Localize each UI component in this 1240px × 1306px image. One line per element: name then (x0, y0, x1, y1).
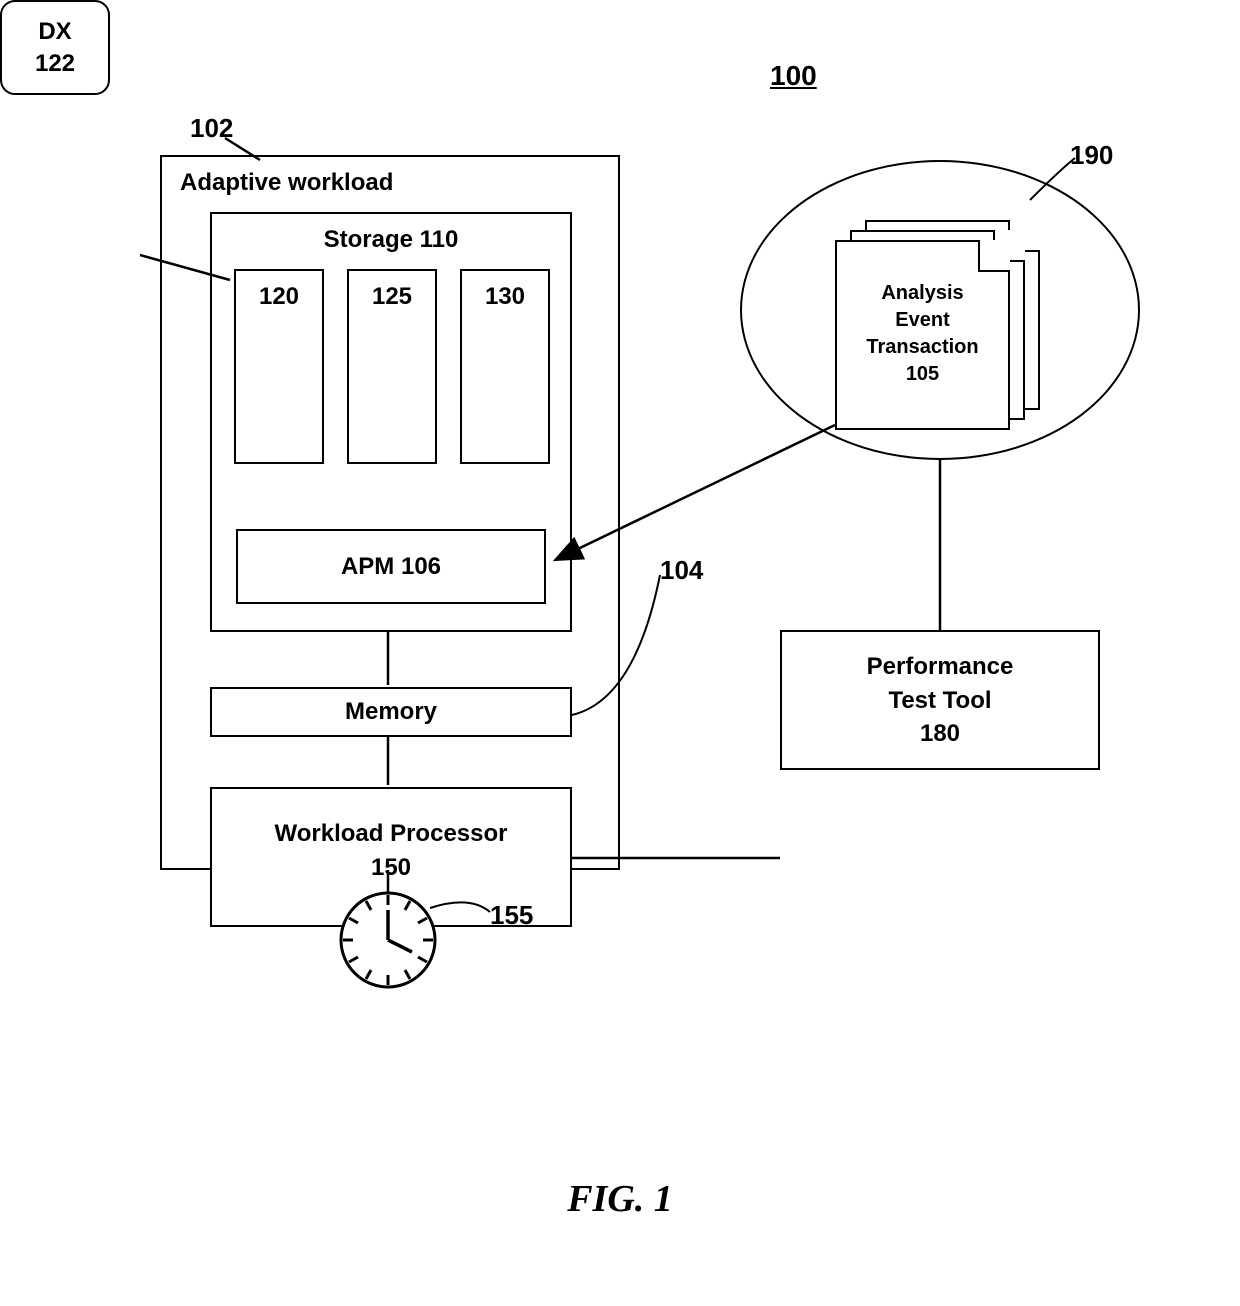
storage-col-125: 125 (347, 269, 437, 464)
doc-ref: 105 (906, 363, 939, 385)
workload-processor-label: Workload Processor (275, 820, 508, 847)
ref-102: 102 (190, 113, 233, 144)
ref-155: 155 (490, 900, 533, 931)
storage-title: Storage 110 (212, 226, 570, 254)
storage-col-130: 130 (460, 269, 550, 464)
dx-ref: 122 (35, 50, 75, 77)
storage-box: Storage 110 120 125 130 APM 106 (210, 212, 572, 632)
doc-label: Analysis Event Transaction (866, 282, 978, 358)
storage-col-120: 120 (234, 269, 324, 464)
ref-104: 104 (660, 555, 703, 586)
document-text: Analysis Event Transaction 105 (837, 280, 1008, 388)
perf-tool-ref: 180 (920, 720, 960, 747)
document-front: Analysis Event Transaction 105 (835, 240, 1010, 430)
ref-190: 190 (1070, 140, 1113, 171)
apm-box: APM 106 (236, 529, 546, 604)
adaptive-workload-box: Adaptive workload Storage 110 120 125 13… (160, 155, 620, 870)
adaptive-workload-title: Adaptive workload (180, 169, 393, 197)
system-diagram: 100 102 Adaptive workload Storage 110 12… (0, 0, 1240, 1306)
dx-box: DX 122 (0, 0, 110, 95)
ref-100: 100 (770, 60, 817, 92)
figure-caption: FIG. 1 (0, 1177, 1240, 1221)
perf-tool-label: Performance Test Tool (867, 653, 1014, 714)
memory-label: Memory (345, 698, 437, 725)
memory-box: Memory (210, 687, 572, 737)
workload-processor-ref: 150 (371, 854, 411, 881)
dx-label: DX (38, 18, 71, 45)
performance-test-tool-box: Performance Test Tool 180 (780, 630, 1100, 770)
